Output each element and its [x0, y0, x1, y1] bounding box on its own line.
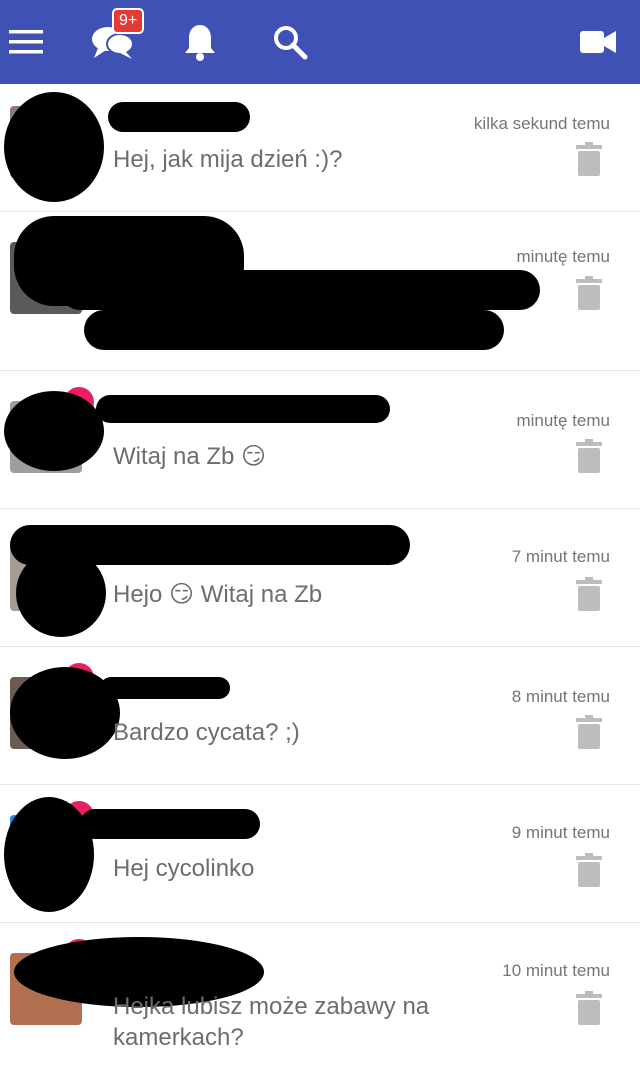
message-time: 10 minut temu [502, 961, 610, 980]
message-time: 9 minut temu [511, 823, 610, 842]
message-preview: Hejka lubisz może zabawy na kamerkach? [113, 993, 430, 1051]
redaction [108, 102, 250, 132]
message-time: 8 minut temu [511, 687, 610, 706]
redaction [80, 809, 260, 839]
menu-icon [9, 30, 43, 54]
trash-icon[interactable] [576, 991, 602, 1025]
notifications-button[interactable] [178, 0, 222, 84]
conversation-row[interactable]: j minutę temu [0, 212, 640, 441]
conversation-row[interactable]: Hejo 😏 Witaj na Zb 7 minut temu [0, 509, 640, 647]
message-time: minutę temu [516, 411, 610, 430]
conversation-row[interactable]: Witaj na Zb 😏 minutę temu [0, 371, 640, 509]
redaction [4, 797, 94, 912]
redaction [16, 549, 106, 637]
conversation-row[interactable]: Hej cycolinko 9 minut temu [0, 785, 640, 923]
trash-icon[interactable] [576, 276, 602, 310]
message-preview: Bardzo cycata? ;) [113, 719, 300, 746]
menu-button[interactable] [4, 0, 48, 84]
message-time: kilka sekund temu [473, 114, 610, 133]
message-preview: Hej, jak mija dzień :)? [113, 146, 343, 173]
redaction [60, 270, 540, 310]
conversation-row[interactable]: Bardzo cycata? ;) 8 minut temu [0, 647, 640, 785]
message-time: 7 minut temu [511, 547, 610, 566]
redaction [96, 395, 390, 423]
message-time: minutę temu [516, 247, 610, 266]
search-button[interactable] [268, 0, 312, 84]
conversation-row[interactable]: Hej, jak mija dzień :)? kilka sekund tem… [0, 84, 640, 212]
unread-messages-badge: 9+ [112, 8, 145, 34]
trash-icon[interactable] [576, 853, 602, 887]
trash-icon[interactable] [576, 142, 602, 176]
video-call-button[interactable] [576, 0, 620, 84]
conversation-row[interactable]: Hejka lubisz może zabawy na kamerkach? 1… [0, 923, 640, 1073]
redaction [100, 677, 230, 699]
trash-icon[interactable] [576, 715, 602, 749]
search-icon [274, 26, 308, 60]
message-preview: Hej cycolinko [113, 855, 255, 882]
redaction [4, 92, 104, 202]
message-preview: Hejo 😏 Witaj na Zb [113, 581, 323, 608]
top-app-bar: 9+ [0, 0, 640, 84]
conversation-list: Hej, jak mija dzień :)? kilka sekund tem… [0, 84, 640, 1073]
bell-icon [185, 25, 215, 61]
video-camera-icon [580, 31, 616, 53]
trash-icon[interactable] [576, 439, 602, 473]
message-preview: Witaj na Zb 😏 [113, 443, 267, 470]
redaction [84, 310, 504, 350]
redaction [4, 391, 104, 471]
trash-icon[interactable] [576, 577, 602, 611]
